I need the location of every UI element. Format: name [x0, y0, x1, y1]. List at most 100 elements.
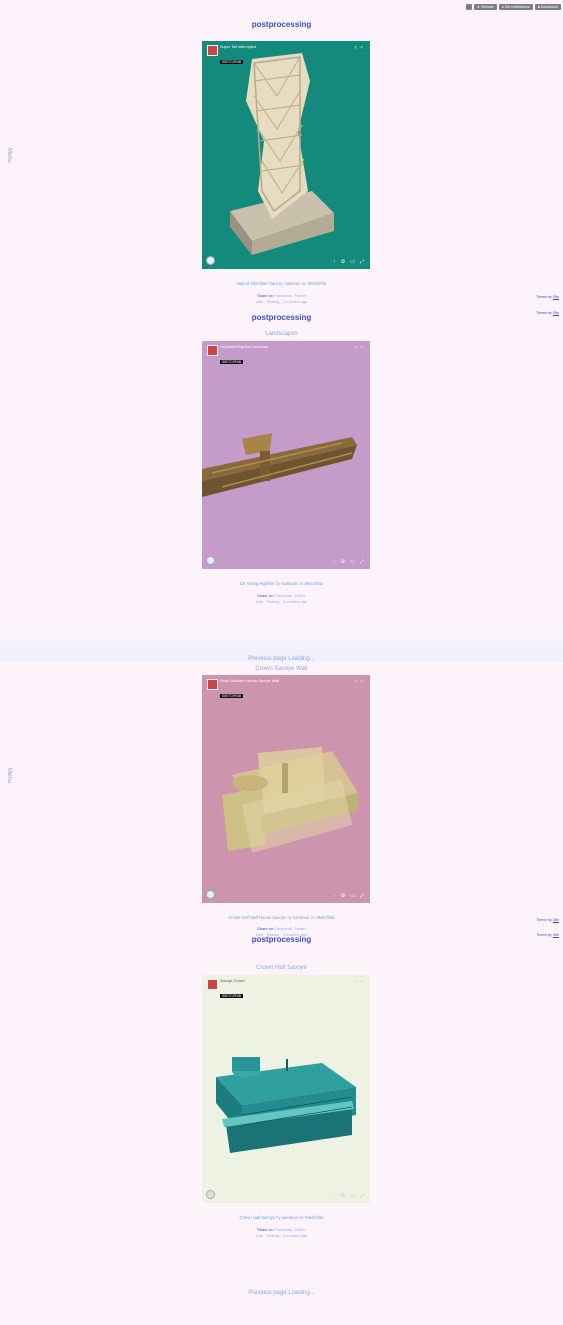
model-render-crown-hall[interactable] [202, 975, 370, 1203]
sketchfab-link[interactable]: Sketchfab [316, 915, 335, 920]
caption-by: by [278, 281, 284, 286]
pagination: Previous page Loading... [0, 656, 563, 662]
theme-link[interactable]: Olle [553, 295, 559, 299]
previous-page-link[interactable]: Previous page [248, 1290, 286, 1296]
theme-link[interactable]: Olle [553, 918, 559, 922]
caption-on: on [310, 915, 315, 920]
caption-by: by [287, 915, 292, 920]
embed-caption: Crown Hall Wall House Savoye by samtoun … [0, 915, 563, 920]
model-link[interactable]: Crown Hall Wall House Savoye [228, 915, 286, 920]
avatar[interactable] [207, 345, 218, 356]
settings-icon[interactable]: ⚙ [341, 559, 345, 565]
share-links[interactable]: Facebook, Twitter [274, 293, 306, 298]
model-link[interactable]: De Young Highline [240, 581, 274, 586]
sketchfab-badge[interactable]: SKETCHFAB [220, 693, 243, 698]
theme-credit: Theme by Olle [536, 918, 559, 922]
sketchfab-logo-icon[interactable] [206, 890, 215, 899]
sketchfab-link[interactable]: Sketchfab [308, 281, 327, 286]
settings-icon[interactable]: ⚙ [341, 259, 345, 265]
author-link[interactable]: samtoun [284, 281, 300, 286]
top-toolbar: ★ Website ● Get notifications ■ Dashboar… [465, 4, 561, 10]
sketchfab-link[interactable]: Sketchfab [305, 1215, 324, 1220]
post-title[interactable]: postprocessing [0, 313, 563, 322]
vr-icon[interactable]: ▭ [350, 559, 355, 565]
info-icon[interactable]: ↑ [333, 893, 336, 899]
post-category[interactable]: Crown Savoye Wall [0, 666, 563, 672]
sketchfab-badge[interactable]: SKETCHFAB [220, 993, 243, 998]
caption-on: on [301, 281, 307, 286]
post-category[interactable]: Landscapes [0, 331, 563, 337]
model-link[interactable]: Hamid Shirchian Tapa [237, 281, 278, 286]
share-label: Share on [257, 1227, 274, 1232]
vr-icon[interactable]: ▭ [350, 893, 355, 899]
vr-icon[interactable]: ▭ [350, 1193, 355, 1199]
caption-on: on [298, 581, 304, 586]
sketchfab-logo-icon[interactable] [206, 556, 215, 565]
vr-icon[interactable]: ▭ [350, 259, 355, 265]
info-icon[interactable]: ↑ [333, 1193, 336, 1199]
embed-header: Super Tall Interrupted SKETCHFAB [207, 45, 256, 68]
model-viewer[interactable]: Repeated Highline Sectional SKETCHFAB < … [202, 341, 370, 569]
website-button[interactable]: ★ Website [473, 4, 497, 10]
share-icon[interactable]: < × [354, 979, 363, 985]
share-links[interactable]: Facebook, Twitter [274, 926, 306, 931]
fullscreen-icon[interactable]: ⤢ [360, 559, 364, 565]
share-icon[interactable]: < × [354, 679, 363, 685]
model-viewer[interactable]: Super Tall Interrupted SKETCHFAB < × ↑ ⚙… [202, 41, 370, 269]
menu-toggle[interactable]: Menu [6, 148, 12, 163]
embed-model-title[interactable]: Repeated Highline Sectional [220, 345, 268, 350]
share-label: Share on [257, 926, 274, 931]
post-meta[interactable]: Like · Reblog · 2 months ago [256, 1233, 307, 1238]
sketchfab-logo-icon[interactable] [206, 256, 215, 265]
viewer-controls: ↑ ⚙ ▭ ⤢ [333, 893, 364, 899]
loading-indicator: Loading... [288, 1290, 315, 1296]
embed-header: Savoye Crown SKETCHFAB [207, 979, 245, 1002]
model-render-savoye-wall[interactable] [202, 675, 370, 903]
embed-model-title[interactable]: Super Tall Interrupted [220, 45, 256, 50]
embed-model-title[interactable]: Savoye Crown [220, 979, 245, 984]
info-icon[interactable]: ↑ [333, 259, 336, 265]
model-viewer[interactable]: Savoye Crown SKETCHFAB < × ↑ ⚙ ▭ ⤢ [202, 975, 370, 1203]
get-notifications-button[interactable]: ● Get notifications [498, 4, 533, 10]
sketchfab-badge[interactable]: SKETCHFAB [220, 59, 243, 64]
model-render-tower[interactable] [202, 41, 370, 269]
post-title[interactable]: postprocessing [0, 20, 563, 29]
post-footer: Share on Facebook, Twitter Like · Reblog… [0, 593, 563, 605]
model-render-highline[interactable] [202, 341, 370, 569]
dashboard-button[interactable]: ■ Dashboard [534, 4, 561, 10]
sketchfab-badge[interactable]: SKETCHFAB [220, 359, 243, 364]
blog-icon-button[interactable] [465, 4, 472, 10]
avatar[interactable] [207, 979, 218, 990]
share-links[interactable]: Facebook, Twitter [274, 1227, 306, 1232]
share-label: Share on [257, 293, 274, 298]
embed-header: Repeated Highline Sectional SKETCHFAB [207, 345, 268, 368]
model-viewer[interactable]: Early Gradient Interior Savoye Wall SKET… [202, 675, 370, 903]
fullscreen-icon[interactable]: ⤢ [360, 1193, 364, 1199]
menu-toggle[interactable]: Menu [6, 768, 12, 783]
post-meta[interactable]: Like · Reblog · 2 months ago [256, 599, 307, 604]
caption-on: on [299, 1215, 304, 1220]
post-meta[interactable]: Like · Reblog · 2 months ago [256, 299, 307, 304]
sketchfab-link[interactable]: Sketchfab [304, 581, 323, 586]
share-icon[interactable]: < × [354, 45, 363, 51]
author-link[interactable]: samtoun [281, 581, 297, 586]
avatar[interactable] [207, 45, 218, 56]
author-link[interactable]: samtoun [282, 1215, 298, 1220]
share-icon[interactable]: < × [354, 345, 363, 351]
viewer-controls: ↑ ⚙ ▭ ⤢ [333, 1193, 364, 1199]
settings-icon[interactable]: ⚙ [341, 893, 345, 899]
model-link[interactable]: Crown Hall Savoye [239, 1215, 275, 1220]
settings-icon[interactable]: ⚙ [341, 1193, 345, 1199]
embed-model-title[interactable]: Early Gradient Interior Savoye Wall [220, 679, 279, 684]
previous-page-link[interactable]: Previous page [248, 656, 286, 662]
avatar[interactable] [207, 679, 218, 690]
post-category[interactable]: Crown Hall Savoye [0, 965, 563, 971]
author-link[interactable]: samtoun [293, 915, 309, 920]
fullscreen-icon[interactable]: ⤢ [360, 259, 364, 265]
info-icon[interactable]: ↑ [333, 559, 336, 565]
sketchfab-logo-icon[interactable] [206, 1190, 215, 1199]
fullscreen-icon[interactable]: ⤢ [360, 893, 364, 899]
post-footer: Share on Facebook, Twitter Like · Reblog… [0, 1227, 563, 1239]
share-links[interactable]: Facebook, Twitter [274, 593, 306, 598]
post-title[interactable]: postprocessing [0, 935, 563, 944]
